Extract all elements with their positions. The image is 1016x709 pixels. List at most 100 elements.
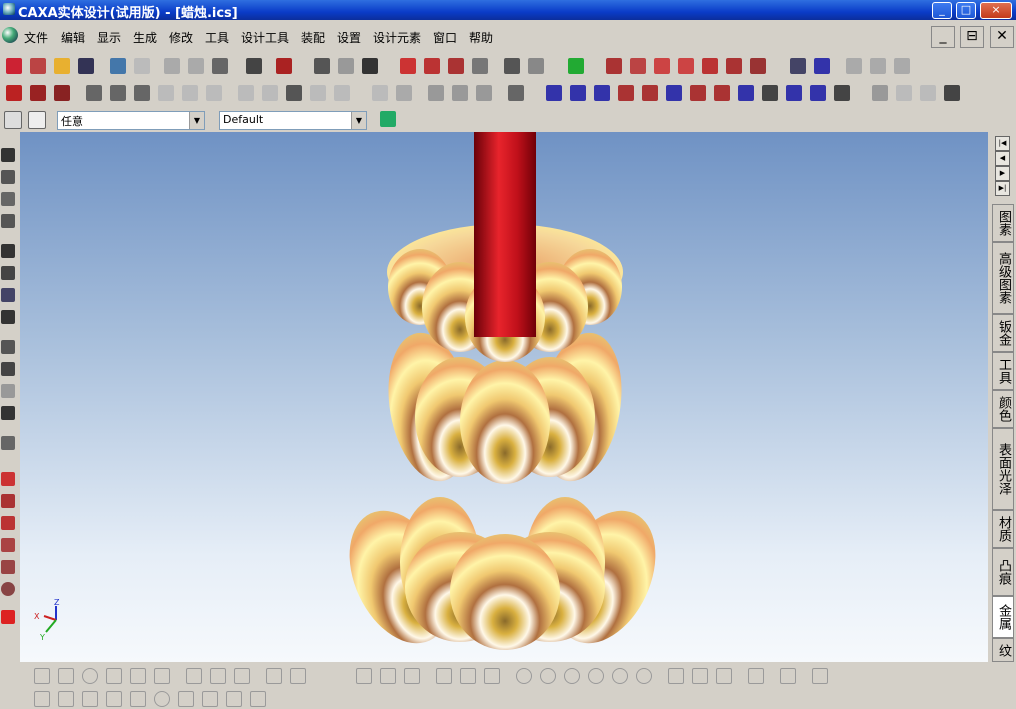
cut-icon[interactable]: [164, 58, 180, 74]
eyedropper-icon[interactable]: [790, 58, 806, 74]
help-pointer-icon[interactable]: [276, 58, 292, 74]
design-viewport[interactable]: Z X Y: [20, 132, 988, 662]
tool-icon[interactable]: [338, 58, 354, 74]
table-icon[interactable]: [812, 668, 828, 684]
extrude-icon[interactable]: [6, 85, 22, 101]
open-icon[interactable]: [54, 58, 70, 74]
tangent-circle-icon[interactable]: [588, 668, 604, 684]
blend-icon[interactable]: [810, 85, 826, 101]
menu-generate[interactable]: 生成: [133, 29, 157, 46]
arc-3pt-icon[interactable]: [668, 668, 684, 684]
link-icon[interactable]: [568, 58, 584, 74]
light-icon[interactable]: [362, 58, 378, 74]
menu-window[interactable]: 窗口: [433, 29, 457, 46]
material-icon[interactable]: [870, 58, 886, 74]
document-icon[interactable]: [2, 27, 18, 43]
select-arrow-icon[interactable]: [4, 111, 22, 129]
arc-center-icon[interactable]: [692, 668, 708, 684]
line-icon[interactable]: [356, 668, 372, 684]
copy-icon[interactable]: [188, 58, 204, 74]
parallel-icon[interactable]: [58, 691, 74, 707]
sweep-icon[interactable]: [448, 58, 464, 74]
corner-icon[interactable]: [944, 85, 960, 101]
orbit-icon[interactable]: [1, 170, 15, 184]
loft-icon[interactable]: [472, 58, 488, 74]
boolean-subtract-icon[interactable]: [262, 85, 278, 101]
dimension-icon[interactable]: [154, 668, 170, 684]
center-circle-icon[interactable]: [516, 668, 532, 684]
rect-surface-icon[interactable]: [666, 85, 682, 101]
twist-icon[interactable]: [182, 85, 198, 101]
angle-constraint-icon[interactable]: [226, 691, 242, 707]
spline-icon[interactable]: [618, 85, 634, 101]
circle-icon[interactable]: [82, 668, 98, 684]
tab-sheet-metal[interactable]: 钣金: [992, 314, 1014, 352]
maximize-button[interactable]: □: [956, 2, 976, 19]
hide-icon[interactable]: [920, 85, 936, 101]
realistic-icon[interactable]: [1, 538, 15, 552]
select-box-icon[interactable]: [28, 111, 46, 129]
offset-curve-icon[interactable]: [738, 85, 754, 101]
tab-tools[interactable]: 工具: [992, 352, 1014, 390]
paint-icon[interactable]: [814, 58, 830, 74]
tangent-line-icon[interactable]: [380, 668, 396, 684]
bspline-icon[interactable]: [748, 668, 764, 684]
view-side-icon[interactable]: [476, 85, 492, 101]
pattern-icon[interactable]: [86, 85, 102, 101]
menu-tools[interactable]: 工具: [205, 29, 229, 46]
concentric-icon[interactable]: [154, 691, 170, 707]
layer-icon[interactable]: [872, 85, 888, 101]
camera-walk-icon[interactable]: [1, 384, 15, 398]
cut-surface-icon[interactable]: [834, 85, 850, 101]
menu-settings[interactable]: 设置: [337, 29, 361, 46]
smart-render-icon[interactable]: [846, 58, 862, 74]
equal-icon[interactable]: [82, 691, 98, 707]
menu-edit[interactable]: 编辑: [61, 29, 85, 46]
polyline-icon[interactable]: [106, 668, 122, 684]
extend-icon[interactable]: [786, 85, 802, 101]
candle-model[interactable]: Z X Y: [20, 132, 988, 662]
grid-icon[interactable]: [34, 668, 50, 684]
tab-advanced-elements[interactable]: 高级图素: [992, 242, 1014, 314]
trim-line-icon[interactable]: [186, 668, 202, 684]
split-icon[interactable]: [750, 58, 766, 74]
chevron-down-icon[interactable]: ▼: [189, 112, 204, 129]
break-icon[interactable]: [234, 668, 250, 684]
tree-icon[interactable]: [380, 111, 396, 127]
new-icon[interactable]: [6, 58, 22, 74]
filter-select[interactable]: 任意 ▼: [57, 111, 205, 130]
arc-tangent-icon[interactable]: [716, 668, 732, 684]
insert-icon[interactable]: [528, 58, 544, 74]
mdi-restore-button[interactable]: ⊟: [960, 26, 984, 48]
extend-line-icon[interactable]: [210, 668, 226, 684]
tab-texture[interactable]: 纹: [992, 638, 1014, 662]
inscribed-circle-icon[interactable]: [636, 668, 652, 684]
menu-help[interactable]: 帮助: [469, 29, 493, 46]
view-top-icon[interactable]: [452, 85, 468, 101]
configuration-select[interactable]: Default ▼: [219, 111, 367, 130]
rect-icon[interactable]: [58, 668, 74, 684]
fillet-2d-icon[interactable]: [780, 668, 796, 684]
helix-icon[interactable]: [690, 85, 706, 101]
zoom-window-icon[interactable]: [1, 266, 15, 280]
camera-icon[interactable]: [1, 340, 15, 354]
mdi-close-button[interactable]: ✕: [990, 26, 1014, 48]
zoom-fit-icon[interactable]: [1, 288, 15, 302]
vertical-icon[interactable]: [130, 691, 146, 707]
boolean-intersect-icon[interactable]: [286, 85, 302, 101]
arc-icon[interactable]: [642, 85, 658, 101]
camera-move-icon[interactable]: [1, 362, 15, 376]
offset-icon[interactable]: [290, 668, 306, 684]
measure-icon[interactable]: [334, 85, 350, 101]
tab-elements[interactable]: 图素: [992, 204, 1014, 242]
constraint-icon[interactable]: [266, 668, 282, 684]
measure-tool-icon[interactable]: [1, 436, 15, 450]
mdi-minimize-button[interactable]: _: [931, 26, 955, 48]
tab-metal[interactable]: 金属: [992, 596, 1014, 638]
revolve-icon[interactable]: [30, 85, 46, 101]
wireframe-icon[interactable]: [1, 494, 15, 508]
three-point-circle-icon[interactable]: [564, 668, 580, 684]
prev-tab-icon[interactable]: ◀: [995, 151, 1010, 166]
face-offset-icon[interactable]: [678, 58, 694, 74]
polygon-icon[interactable]: [130, 668, 146, 684]
